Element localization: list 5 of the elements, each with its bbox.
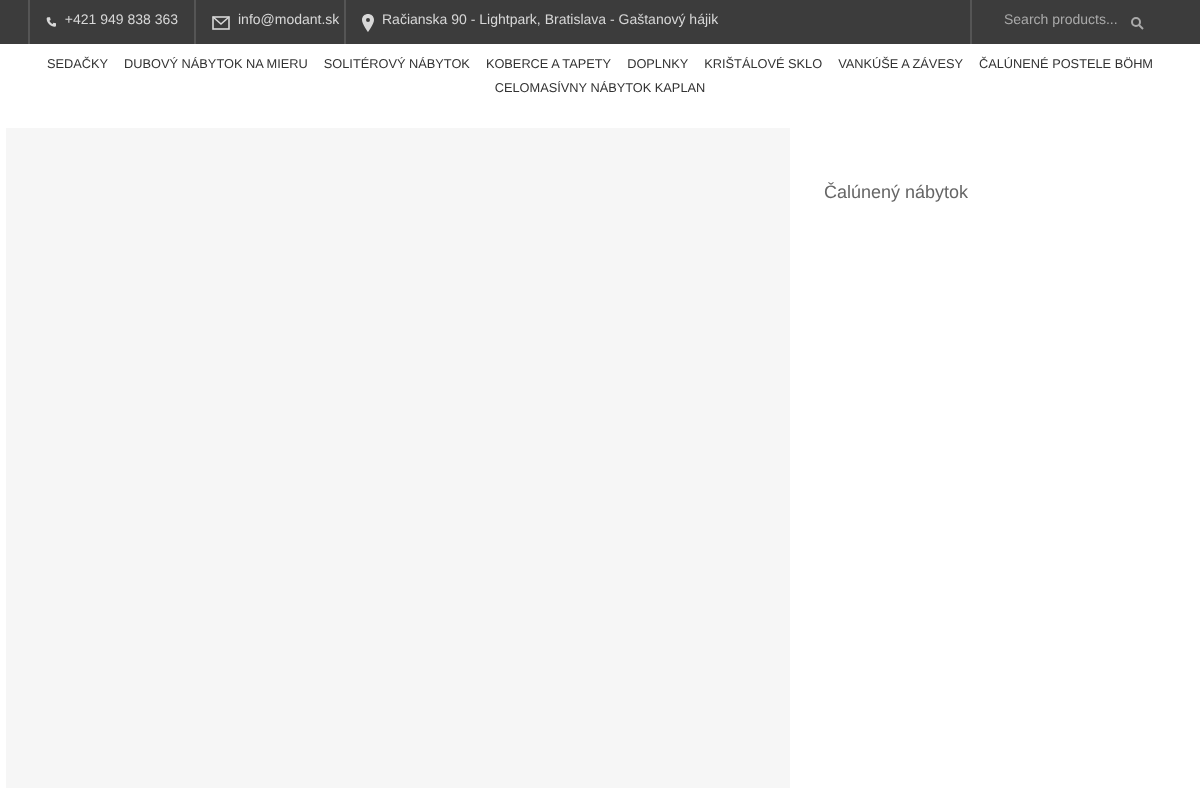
map-pin-icon: [362, 13, 374, 31]
search-icon: [1130, 15, 1144, 29]
sidebar-title: Čalúnený nábytok: [824, 182, 969, 202]
phone-icon: [46, 14, 57, 30]
mail-icon: [212, 15, 230, 29]
